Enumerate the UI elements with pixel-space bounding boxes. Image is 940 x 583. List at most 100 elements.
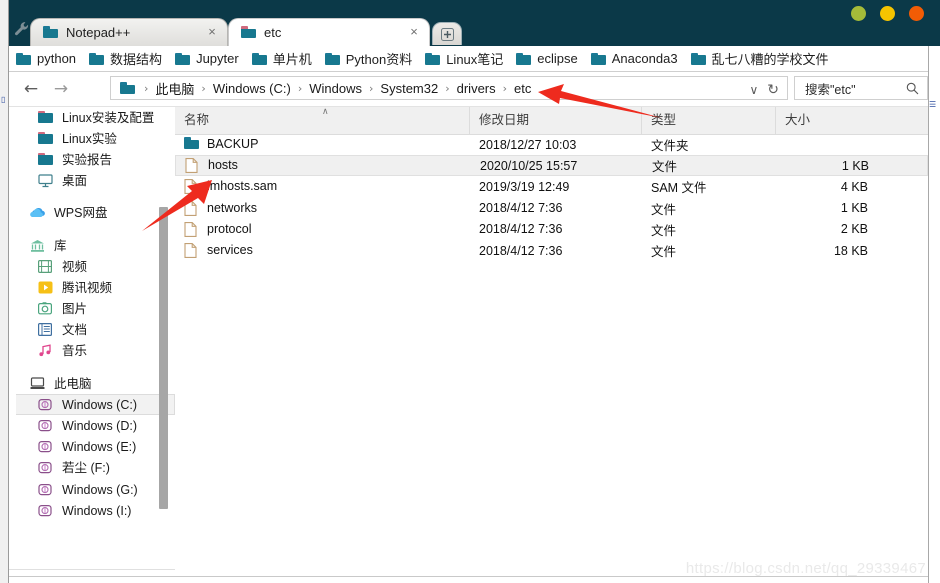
nav-item-2[interactable]: 实验报告	[8, 149, 175, 170]
new-tab-button[interactable]	[432, 22, 462, 45]
bookmark-item[interactable]: Anaconda3	[590, 51, 678, 66]
bookmark-item[interactable]: Linux笔记	[425, 49, 503, 68]
bookmark-item[interactable]: 单片机	[251, 49, 312, 68]
music-icon	[38, 344, 54, 358]
nav-item-17[interactable]: Windows (I:)	[8, 500, 175, 521]
nav-item-11[interactable]: 此电脑	[8, 373, 175, 394]
nav-item-8[interactable]: 图片	[8, 299, 175, 320]
cell-type: 文件夹	[651, 139, 689, 154]
breadcrumb-separator: ›	[201, 81, 206, 95]
nav-item-13[interactable]: Windows (D:)	[8, 415, 175, 436]
breadcrumb-segment[interactable]: drivers	[457, 81, 496, 96]
nav-item-4[interactable]: WPS网盘	[8, 203, 175, 224]
folder-icon	[425, 52, 441, 65]
bookmark-label: Anaconda3	[611, 51, 678, 66]
bookmark-item[interactable]: Python资料	[324, 49, 412, 68]
cell-date: 2020/10/25 15:57	[480, 158, 578, 173]
table-row[interactable]: hosts 2020/10/25 15:57 文件 1 KB	[175, 155, 928, 177]
breadcrumb-separator: ›	[297, 81, 303, 95]
column-label: 类型	[651, 113, 677, 127]
nav-item-6[interactable]: 视频	[8, 256, 175, 277]
navigation-scrollbar-thumb[interactable]	[159, 207, 168, 509]
table-row[interactable]: BACKUP 2018/12/27 10:03 文件夹	[175, 134, 928, 155]
column-header-name[interactable]: 名称 ∧	[175, 107, 470, 134]
cell-name: networks	[175, 201, 470, 216]
file-icon	[184, 243, 198, 258]
column-header-type[interactable]: 类型	[642, 107, 776, 134]
bookmark-item[interactable]: 数据结构	[89, 49, 162, 68]
nav-item-10[interactable]: 音乐	[8, 341, 175, 362]
nav-item-1[interactable]: Linux实验	[8, 128, 175, 149]
nav-item-label: 图片	[62, 302, 88, 317]
wrench-icon[interactable]	[14, 21, 30, 37]
nav-item-9[interactable]: 文档	[8, 320, 175, 341]
desktop-icon	[38, 174, 54, 188]
window-bottom-edge	[8, 576, 928, 583]
breadcrumb-segment[interactable]: Windows	[309, 81, 362, 96]
bookmark-item[interactable]: eclipse	[516, 51, 578, 66]
cell-type: SAM 文件	[651, 181, 707, 196]
refresh-icon[interactable]: ↻	[767, 81, 779, 98]
bookmark-item[interactable]: Jupyter	[175, 51, 239, 66]
tab-notepadpp[interactable]: Notepad++ ×	[30, 18, 228, 46]
table-row[interactable]: services 2018/4/12 7:36 文件 18 KB	[175, 240, 928, 261]
maximize-button[interactable]	[880, 6, 895, 21]
nav-item-label: 库	[54, 238, 67, 253]
search-icon[interactable]	[906, 82, 919, 95]
table-row[interactable]: networks 2018/4/12 7:36 文件 1 KB	[175, 198, 928, 219]
nav-item-label: Linux安装及配置	[62, 110, 155, 125]
nav-item-16[interactable]: Windows (G:)	[8, 479, 175, 500]
breadcrumb-controls: ∨ ↻	[749, 81, 779, 98]
back-button[interactable]: ←	[18, 76, 44, 102]
minimize-button[interactable]	[851, 6, 866, 21]
breadcrumb-segment[interactable]: 此电脑	[155, 79, 194, 98]
tab-etc[interactable]: etc ×	[228, 18, 430, 46]
nav-item-3[interactable]: 桌面	[8, 171, 175, 192]
column-header-date[interactable]: 修改日期	[470, 107, 642, 134]
folder-icon	[251, 52, 267, 65]
nav-item-15[interactable]: 若尘 (F:)	[8, 458, 175, 479]
nav-item-0[interactable]: Linux安装及配置	[8, 107, 175, 128]
breadcrumb-separator: ›	[369, 81, 374, 95]
folder-icon	[516, 52, 532, 65]
table-row[interactable]: protocol 2018/4/12 7:36 文件 2 KB	[175, 219, 928, 240]
folder-icon	[38, 131, 54, 146]
breadcrumb-segment[interactable]: Windows (C:)	[213, 81, 291, 96]
folder-icon	[241, 26, 256, 39]
bookmark-item[interactable]: python	[16, 51, 76, 66]
file-name: services	[207, 243, 253, 258]
nav-item-label: 文档	[62, 323, 88, 338]
nav-item-14[interactable]: Windows (E:)	[8, 437, 175, 458]
forward-button[interactable]: →	[48, 76, 74, 102]
breadcrumb-segment[interactable]: System32	[380, 81, 438, 96]
tab-close-icon[interactable]: ×	[408, 25, 420, 38]
close-button[interactable]	[909, 6, 924, 21]
nav-item-12[interactable]: Windows (C:)	[16, 394, 175, 416]
bookmark-label: eclipse	[537, 51, 578, 66]
nav-item-label: 腾讯视频	[62, 280, 113, 295]
column-label: 修改日期	[479, 113, 530, 127]
breadcrumb-segment[interactable]: etc	[514, 81, 531, 96]
file-rows: BACKUP 2018/12/27 10:03 文件夹 hosts 2020/10/25…	[175, 134, 928, 261]
search-box[interactable]: 搜索"etc"	[794, 76, 928, 100]
table-row[interactable]: lmhosts.sam 2019/3/19 12:49 SAM 文件 4 KB	[175, 176, 928, 197]
bookmark-item[interactable]: 乱七八糟的学校文件	[690, 49, 829, 68]
file-icon	[184, 179, 198, 195]
chevron-down-icon[interactable]: ∨	[749, 83, 758, 97]
cell-name: protocol	[175, 222, 470, 237]
cell-type: 文件	[651, 202, 677, 217]
nav-item-label: 视频	[62, 259, 88, 274]
nav-item-7[interactable]: 腾讯视频	[8, 277, 175, 298]
breadcrumb-separator: ›	[144, 81, 149, 95]
cell-type: 文件	[651, 245, 677, 260]
tab-close-icon[interactable]: ×	[206, 25, 218, 38]
column-label: 大小	[785, 113, 811, 127]
nav-item-5[interactable]: 库	[8, 235, 175, 256]
cell-size: 1 KB	[841, 158, 869, 173]
window-controls	[851, 6, 924, 21]
bookmark-label: 数据结构	[110, 52, 163, 67]
breadcrumb-bar[interactable]: › 此电脑 › Windows (C:) › Windows › System32 › drive…	[110, 76, 788, 100]
column-header-size[interactable]: 大小	[776, 107, 877, 134]
pictures-icon	[38, 302, 54, 316]
